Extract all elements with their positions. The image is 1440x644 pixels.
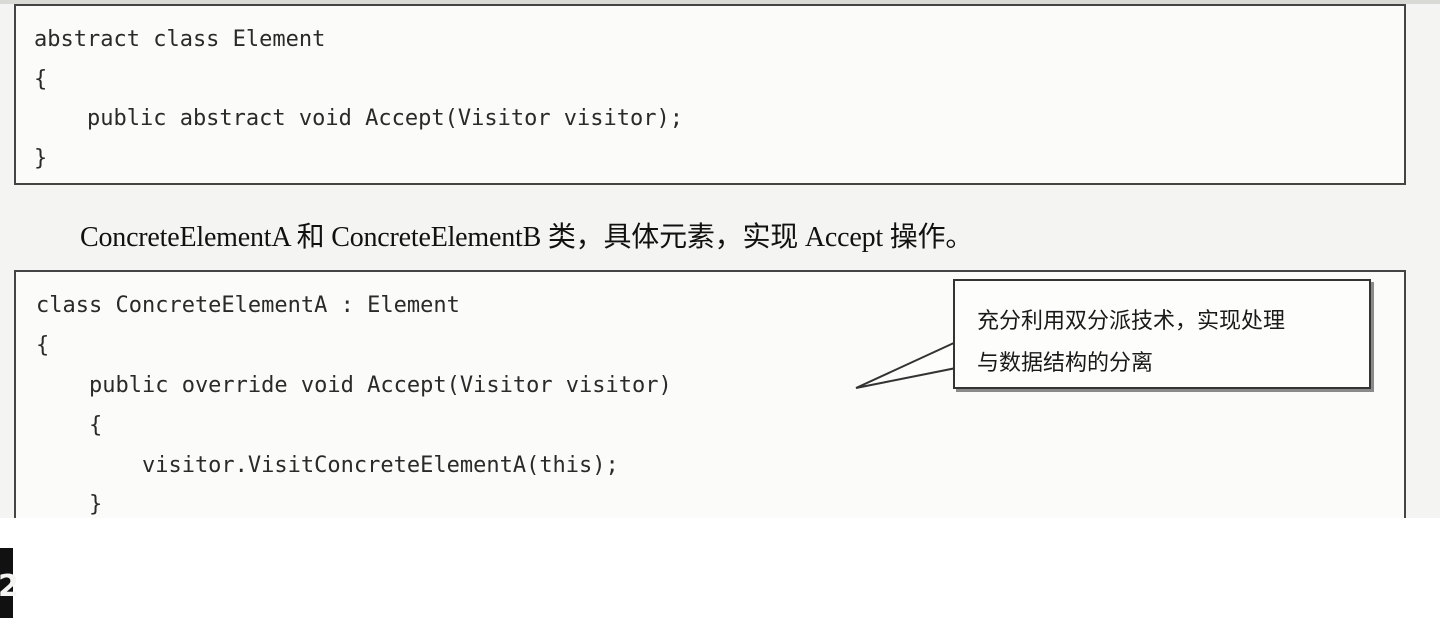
code-line: } bbox=[36, 492, 103, 517]
body-paragraph: ConcreteElementA 和 ConcreteElementB 类，具体… bbox=[80, 222, 974, 253]
code-line: public abstract void Accept(Visitor visi… bbox=[34, 106, 684, 131]
code-line: class ConcreteElementA : Element bbox=[36, 293, 460, 318]
chapter-tab-label: 2 bbox=[0, 569, 19, 604]
callout-line: 与数据结构的分离 bbox=[977, 351, 1154, 376]
code-line: { bbox=[34, 67, 48, 92]
code-line: abstract class Element bbox=[34, 27, 326, 52]
code-line: public override void Accept(Visitor visi… bbox=[36, 373, 672, 398]
code-line: { bbox=[36, 413, 103, 438]
callout-pointer bbox=[855, 340, 958, 389]
blank-page-area bbox=[0, 518, 1440, 644]
code-block-abstract-element: abstract class Element { public abstract… bbox=[14, 4, 1406, 185]
callout-line: 充分利用双分派技术，实现处理 bbox=[977, 309, 1286, 334]
code-line: } bbox=[34, 146, 48, 171]
callout-note: 充分利用双分派技术，实现处理 与数据结构的分离 bbox=[953, 279, 1371, 389]
code-line: { bbox=[36, 333, 50, 358]
code-line: visitor.VisitConcreteElementA(this); bbox=[36, 453, 619, 478]
